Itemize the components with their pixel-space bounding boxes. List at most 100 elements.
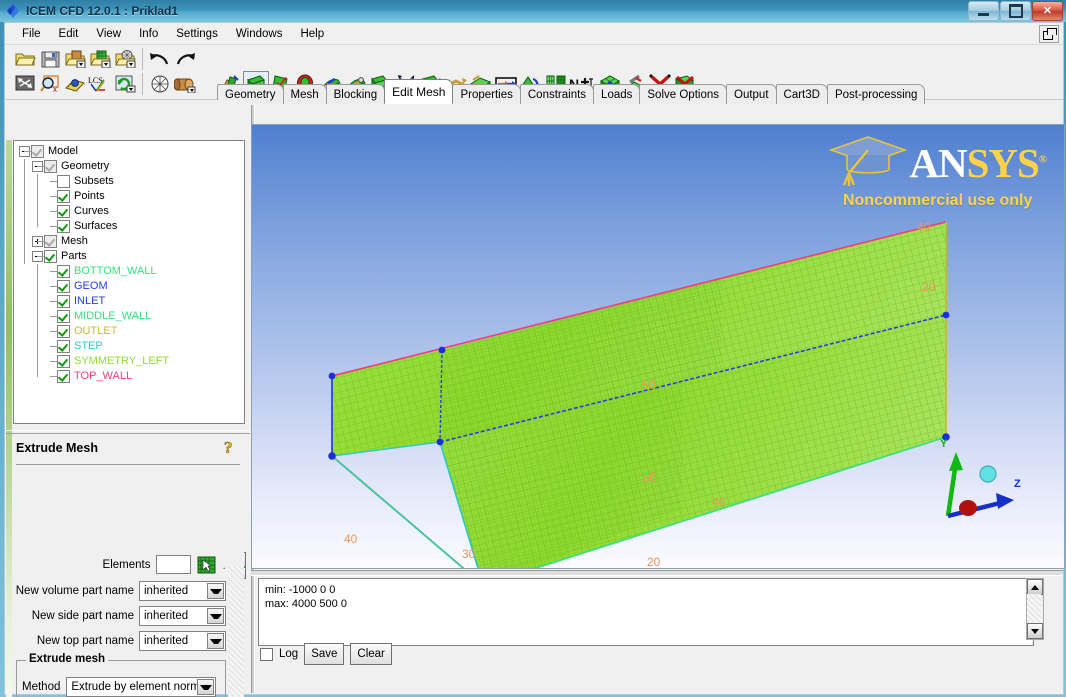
tab-edit-mesh[interactable]: Edit Mesh	[384, 79, 454, 104]
fit-window-icon[interactable]	[13, 72, 37, 96]
menu-file[interactable]: File	[13, 26, 50, 42]
select-elements-icon[interactable]	[197, 556, 216, 574]
close-button[interactable]: ✕	[1032, 1, 1063, 21]
chevron-down-icon[interactable]	[207, 608, 224, 624]
method-combo[interactable]: Extrude by element normal	[66, 677, 217, 697]
tree-item-bottom-wall[interactable]: BOTTOM_WALL	[18, 264, 169, 279]
save-log-button[interactable]: Save	[304, 643, 345, 665]
tree-item-inlet[interactable]: INLET	[18, 294, 169, 309]
tree-expander-mesh[interactable]	[31, 234, 45, 249]
menu-windows[interactable]: Windows	[227, 26, 292, 42]
tree-item-top-wall[interactable]: TOP_WALL	[18, 369, 169, 384]
tree-item-step[interactable]: STEP	[18, 339, 169, 354]
isometric-view-icon[interactable]	[148, 72, 172, 96]
tree-item-middle-wall[interactable]: MIDDLE_WALL	[18, 309, 169, 324]
tab-solve-options[interactable]: Solve Options	[639, 84, 727, 104]
log-checkbox[interactable]	[260, 647, 273, 661]
panel-scrollbar[interactable]	[228, 551, 244, 697]
open-mesh-icon[interactable]	[88, 47, 112, 71]
menu-info[interactable]: Info	[130, 26, 167, 42]
tree-item-geometry[interactable]: Geometry	[18, 159, 169, 174]
tree-item-outlet[interactable]: OUTLET	[18, 324, 169, 339]
tab-loads[interactable]: Loads	[593, 84, 641, 104]
tree-item-surfaces[interactable]: Surfaces	[18, 219, 169, 234]
refresh-icon[interactable]	[113, 72, 137, 96]
undo-icon[interactable]	[148, 47, 172, 71]
open-folder-icon[interactable]	[13, 47, 37, 71]
tree-checkbox-points[interactable]	[57, 190, 70, 203]
tree-checkbox-surfaces[interactable]	[57, 220, 70, 233]
panel-scrollbar-track[interactable]	[228, 566, 244, 697]
tree-expander-model[interactable]	[18, 144, 32, 159]
restore-window-icon[interactable]	[1039, 25, 1059, 43]
message-line: min: -1000 0 0	[265, 584, 336, 596]
tree-checkbox-mesh[interactable]	[44, 235, 57, 248]
tree-item-model[interactable]: Model	[18, 144, 169, 159]
tab-cart3d[interactable]: Cart3D	[775, 84, 828, 104]
message-scrollbar-track[interactable]	[1027, 594, 1041, 622]
tree-checkbox-top-wall[interactable]	[57, 370, 70, 383]
tree-checkbox-geom[interactable]	[57, 280, 70, 293]
tab-mesh[interactable]: Mesh	[282, 84, 327, 104]
tree-item-subsets[interactable]: Subsets	[18, 174, 169, 189]
redo-icon[interactable]	[173, 47, 197, 71]
new-volume-part-combo[interactable]: inherited	[139, 581, 226, 601]
message-window[interactable]: min: -1000 0 0 max: 4000 500 0	[258, 578, 1034, 646]
tree-gutter	[31, 369, 44, 384]
menu-settings[interactable]: Settings	[167, 26, 227, 42]
tree-checkbox-bottom-wall[interactable]	[57, 265, 70, 278]
measure-icon[interactable]	[63, 72, 87, 96]
message-scroll-down-button[interactable]	[1027, 623, 1043, 639]
tab-post-processing[interactable]: Post-processing	[826, 84, 926, 104]
open-blocking-icon[interactable]	[113, 47, 137, 71]
tree-item-mesh[interactable]: Mesh	[18, 234, 169, 249]
tab-constraints[interactable]: Constraints	[519, 84, 595, 104]
tree-checkbox-middle-wall[interactable]	[57, 310, 70, 323]
tree-item-symmetry-left[interactable]: SYMMETRY_LEFT	[18, 354, 169, 369]
tree-expander-parts[interactable]	[31, 249, 45, 264]
menu-edit[interactable]: Edit	[50, 26, 88, 42]
graphics-viewport[interactable]: ANSYS® Noncommercial use only 50 50 40 4…	[251, 124, 1065, 569]
chevron-down-icon[interactable]	[197, 679, 215, 695]
new-top-part-combo[interactable]: inherited	[139, 631, 226, 651]
tree-item-parts[interactable]: Parts	[18, 249, 169, 264]
minimize-button[interactable]	[968, 1, 999, 21]
open-geometry-icon[interactable]	[63, 47, 87, 71]
tab-blocking[interactable]: Blocking	[325, 84, 386, 104]
tree-checkbox-symmetry-left[interactable]	[57, 355, 70, 368]
axis-triad[interactable]: Y Z	[926, 430, 1036, 530]
help-question-icon[interactable]: ?	[222, 438, 240, 458]
zoom-box-icon[interactable]: x	[38, 72, 62, 96]
maximize-button[interactable]	[1000, 1, 1031, 21]
menu-view[interactable]: View	[87, 26, 130, 42]
tree-item-points[interactable]: Points	[18, 189, 169, 204]
new-side-part-combo[interactable]: inherited	[139, 606, 226, 626]
message-scrollbar[interactable]	[1026, 578, 1044, 640]
tree-label-middle-wall: MIDDLE_WALL	[74, 310, 152, 322]
tree-item-geom[interactable]: GEOM	[18, 279, 169, 294]
tab-properties[interactable]: Properties	[452, 84, 521, 104]
tree-checkbox-inlet[interactable]	[57, 295, 70, 308]
chevron-down-icon[interactable]	[207, 583, 224, 599]
elements-row: Elements ...	[16, 555, 240, 574]
lcs-axes-icon[interactable]: LCS	[88, 72, 112, 96]
clear-log-button[interactable]: Clear	[350, 643, 392, 665]
tree-checkbox-subsets[interactable]	[57, 175, 70, 188]
tree-checkbox-model[interactable]	[31, 145, 44, 158]
tree-checkbox-outlet[interactable]	[57, 325, 70, 338]
model-tree[interactable]: Model Geometry Subsets Points Curves Sur…	[13, 140, 245, 424]
message-scroll-up-button[interactable]	[1027, 579, 1043, 595]
tree-checkbox-step[interactable]	[57, 340, 70, 353]
tree-checkbox-curves[interactable]	[57, 205, 70, 218]
tab-output[interactable]: Output	[726, 84, 777, 104]
menu-help[interactable]: Help	[291, 26, 333, 42]
viewport-message-splitter[interactable]	[251, 570, 1063, 576]
tree-checkbox-parts[interactable]	[44, 250, 57, 263]
chevron-down-icon[interactable]	[207, 633, 224, 649]
tree-item-curves[interactable]: Curves	[18, 204, 169, 219]
save-icon[interactable]	[38, 47, 62, 71]
tree-checkbox-geometry[interactable]	[44, 160, 57, 173]
tree-expander-geometry[interactable]	[31, 159, 45, 174]
elements-input[interactable]	[156, 555, 192, 574]
render-solid-icon[interactable]	[173, 72, 197, 96]
